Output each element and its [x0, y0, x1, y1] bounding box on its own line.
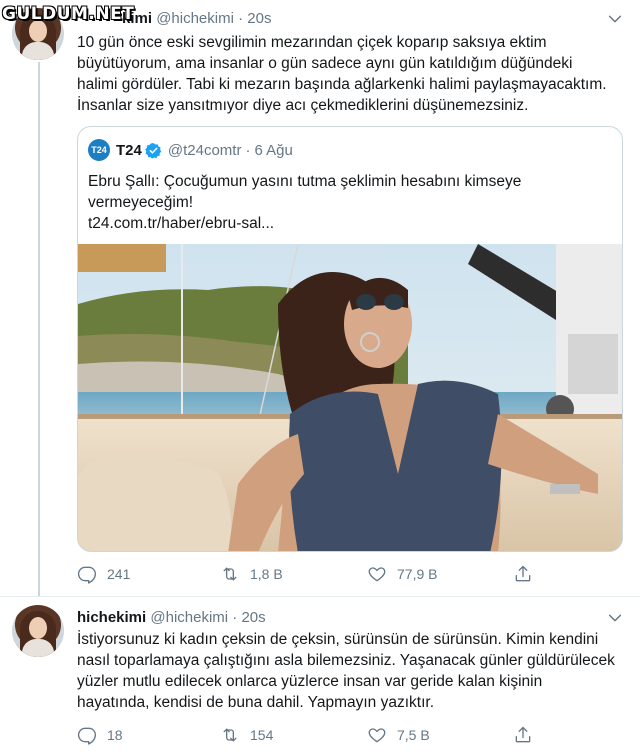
chevron-down-icon[interactable] [604, 11, 626, 27]
tweet-text-line: İnsanlar size yansıtmıyor diye acı çekme… [77, 97, 529, 114]
quoted-photo[interactable] [78, 244, 622, 551]
t24-avatar[interactable]: T24 [88, 139, 110, 161]
retweet-icon [223, 728, 237, 742]
like-count: 7,5 B [397, 727, 430, 743]
quoted-tweet-header: T24 T24 @t24comtr · 6 Ağu [88, 139, 293, 161]
quoted-tweet-text: Ebru Şallı: Çocuğumun yasını tutma şekli… [88, 171, 558, 234]
quoted-user-handle[interactable]: @t24comtr [168, 142, 242, 159]
user-handle[interactable]: @hichekimi [150, 609, 228, 626]
reply-count: 241 [107, 566, 131, 582]
like-count: 77,9 B [397, 566, 438, 582]
separator: · [245, 141, 251, 159]
verified-badge-icon [145, 142, 162, 159]
timestamp[interactable]: 20s [241, 609, 265, 626]
heart-icon [368, 728, 386, 743]
tweet-actions: 241 1,8 B 77,9 B [77, 564, 547, 584]
tweet-actions: 18 154 7,5 B [77, 725, 547, 745]
tweet[interactable]: kimi @hichekimi · 20s 10 gün önce eski s… [0, 0, 640, 596]
reply-icon [77, 566, 97, 584]
quoted-text-line: Ebru Şallı: Çocuğumun yasını tutma şekli… [88, 173, 522, 190]
tweet-text-line: halimi gördüler. Tabi ki mezarın başında… [77, 76, 607, 93]
tweet-text-line: büyütüyorum, ama insanlar o gün sadece a… [77, 55, 573, 72]
tweet-text-line: nasıl toparlamaya çalıştığını asla bilem… [77, 652, 615, 669]
tweet-header: kimi @hichekimi · 20s [122, 9, 271, 29]
share-button[interactable] [513, 725, 543, 745]
heart-icon [368, 567, 386, 582]
retweet-button[interactable]: 154 [220, 725, 273, 745]
retweet-icon [223, 567, 237, 581]
separator: · [232, 609, 238, 626]
quoted-timestamp[interactable]: 6 Ağu [254, 142, 292, 159]
quoted-display-name[interactable]: T24 [116, 142, 142, 159]
display-name[interactable]: hichekimi [77, 609, 146, 626]
tweet-header: hichekimi @hichekimi · 20s [77, 608, 266, 628]
user-handle[interactable]: @hichekimi [156, 10, 234, 27]
share-icon [515, 565, 531, 582]
quoted-text-line: vermeyeceğim! [88, 194, 194, 211]
tweet-text-line: İstiyorsunuz ki kadın çeksin de çeksin, … [77, 631, 599, 648]
timestamp[interactable]: 20s [247, 10, 271, 27]
reply-button[interactable]: 241 [77, 564, 130, 584]
separator: · [238, 10, 244, 27]
tweet-text: 10 gün önce eski sevgilimin mezarından ç… [77, 32, 627, 116]
retweet-count: 154 [250, 727, 274, 743]
retweet-button[interactable]: 1,8 B [220, 564, 283, 584]
avatar[interactable] [12, 605, 64, 657]
watermark: GULDUM.NET [2, 4, 135, 24]
tweet-text-line: hayatında, kendisi de buna dahil. Yapmay… [77, 694, 435, 711]
chevron-down-icon[interactable] [604, 610, 626, 626]
thread-connector [38, 62, 40, 596]
tweet-text: İstiyorsunuz ki kadın çeksin de çeksin, … [77, 629, 632, 713]
quoted-link[interactable]: t24.com.tr/haber/ebru-sal... [88, 213, 558, 234]
tweet[interactable]: hichekimi @hichekimi · 20s İstiyorsunuz … [0, 596, 640, 755]
reply-icon [77, 727, 97, 745]
reply-count: 18 [107, 727, 123, 743]
tweet-text-line: yüzler mutlu edilecek onlarca yüzlerce i… [77, 673, 543, 690]
retweet-count: 1,8 B [250, 566, 283, 582]
reply-button[interactable]: 18 [77, 725, 123, 745]
like-button[interactable]: 77,9 B [367, 564, 437, 584]
share-button[interactable] [513, 564, 543, 584]
quoted-tweet[interactable]: T24 T24 @t24comtr · 6 Ağu Ebru Şallı: Ço… [77, 126, 623, 552]
share-icon [515, 726, 531, 743]
tweet-text-line: 10 gün önce eski sevgilimin mezarından ç… [77, 34, 547, 51]
like-button[interactable]: 7,5 B [367, 725, 430, 745]
